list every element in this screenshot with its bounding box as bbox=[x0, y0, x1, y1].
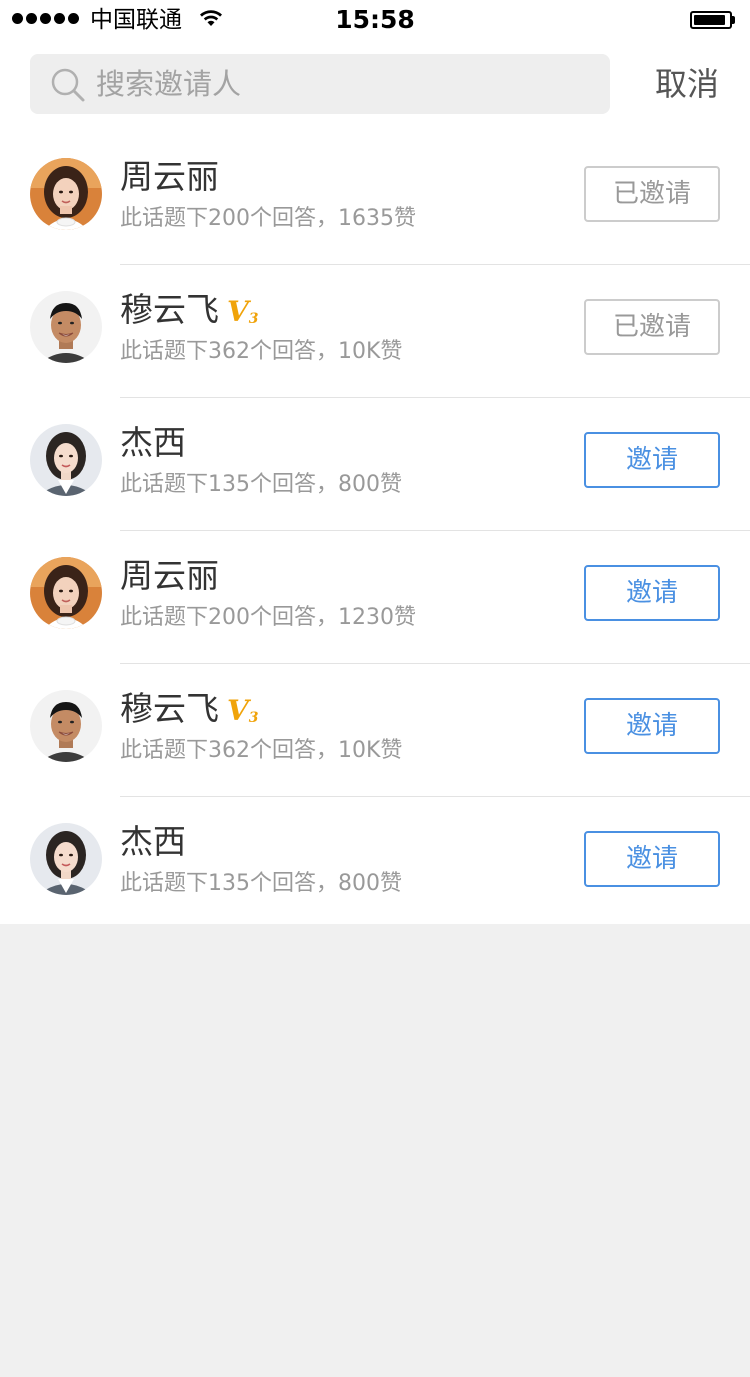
list-item[interactable]: 周云丽 此话题下200个回答，1635赞 已邀请 bbox=[0, 132, 750, 265]
user-stats: 此话题下362个回答，10K赞 bbox=[120, 339, 403, 364]
verified-badge-icon: V3 bbox=[227, 294, 259, 328]
status-bar: 中国联通 15:58 bbox=[0, 0, 750, 40]
user-stats: 此话题下200个回答，1635赞 bbox=[120, 206, 416, 231]
list-item[interactable]: 杰西 此话题下135个回答，800赞 邀请 bbox=[0, 797, 750, 930]
avatar[interactable] bbox=[30, 158, 102, 230]
empty-background bbox=[0, 924, 750, 1377]
user-name: 穆云飞 bbox=[120, 689, 219, 728]
list-item[interactable]: 穆云飞 V3 此话题下362个回答，10K赞 已邀请 bbox=[0, 265, 750, 398]
verified-badge-icon: V3 bbox=[227, 693, 259, 727]
user-stats: 此话题下200个回答，1230赞 bbox=[120, 605, 416, 630]
list-item[interactable]: 杰西 此话题下135个回答，800赞 邀请 bbox=[0, 398, 750, 531]
avatar[interactable] bbox=[30, 557, 102, 629]
user-stats: 此话题下135个回答，800赞 bbox=[120, 472, 402, 497]
invite-button[interactable]: 已邀请 bbox=[584, 166, 720, 222]
status-time: 15:58 bbox=[335, 5, 415, 34]
cancel-button[interactable]: 取消 bbox=[642, 62, 732, 106]
invite-button[interactable]: 已邀请 bbox=[584, 299, 720, 355]
search-icon bbox=[51, 68, 85, 102]
avatar[interactable] bbox=[30, 823, 102, 895]
search-input[interactable] bbox=[96, 54, 596, 114]
user-name-row: 杰西 bbox=[120, 821, 186, 863]
user-name: 周云丽 bbox=[120, 157, 219, 196]
user-name: 杰西 bbox=[120, 423, 186, 462]
user-name-row: 穆云飞 V3 bbox=[120, 688, 258, 730]
search-header: 取消 bbox=[0, 40, 750, 132]
user-name-row: 杰西 bbox=[120, 422, 186, 464]
user-name-row: 穆云飞 V3 bbox=[120, 289, 258, 331]
invite-search-page: 中国联通 15:58 取消 周云丽 此话题下200个回答，1635赞 bbox=[0, 0, 750, 1377]
avatar[interactable] bbox=[30, 291, 102, 363]
user-name: 杰西 bbox=[120, 822, 186, 861]
invitee-list: 周云丽 此话题下200个回答，1635赞 已邀请 穆云飞 V3 此话题下362个… bbox=[0, 132, 750, 930]
avatar[interactable] bbox=[30, 424, 102, 496]
user-stats: 此话题下362个回答，10K赞 bbox=[120, 738, 403, 763]
user-name-row: 周云丽 bbox=[120, 555, 219, 597]
invite-button[interactable]: 邀请 bbox=[584, 831, 720, 887]
search-box[interactable] bbox=[30, 54, 610, 114]
user-name-row: 周云丽 bbox=[120, 156, 219, 198]
invite-button[interactable]: 邀请 bbox=[584, 565, 720, 621]
user-name: 周云丽 bbox=[120, 556, 219, 595]
invite-button[interactable]: 邀请 bbox=[584, 698, 720, 754]
battery-icon bbox=[690, 11, 735, 29]
user-stats: 此话题下135个回答，800赞 bbox=[120, 871, 402, 896]
list-item[interactable]: 穆云飞 V3 此话题下362个回答，10K赞 邀请 bbox=[0, 664, 750, 797]
user-name: 穆云飞 bbox=[120, 290, 219, 329]
list-item[interactable]: 周云丽 此话题下200个回答，1230赞 邀请 bbox=[0, 531, 750, 664]
avatar[interactable] bbox=[30, 690, 102, 762]
invite-button[interactable]: 邀请 bbox=[584, 432, 720, 488]
